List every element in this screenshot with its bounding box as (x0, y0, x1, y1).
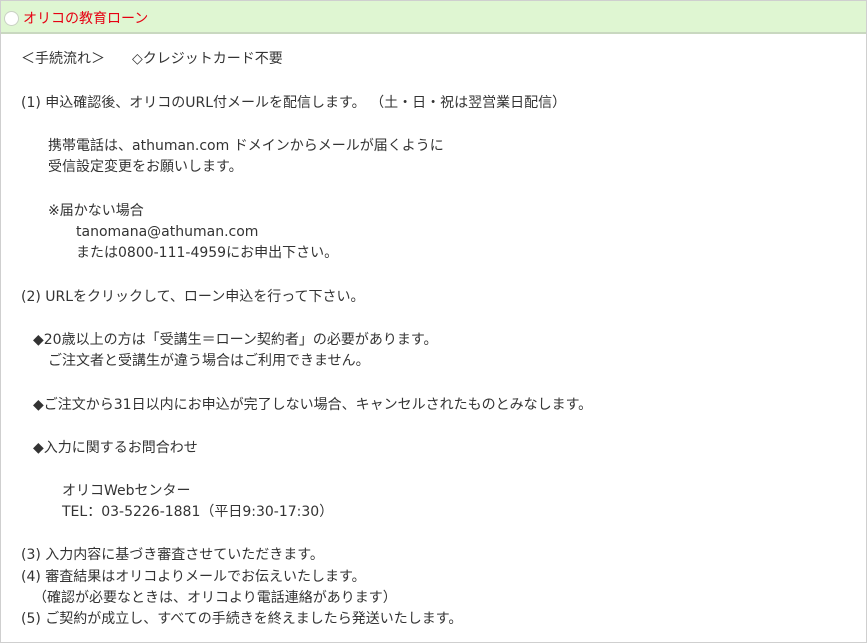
inquiry-tel: TEL：03-5226-1881（平日9:30-17:30） (62, 504, 334, 520)
step-2: (2) URLをクリックして、ローン申込を行って下さい。 (21, 289, 365, 305)
note-31-days: ◆ご注文から31日以内にお申込が完了しない場合、キャンセルされたものとみなします… (33, 397, 593, 413)
note-age-line-2: ご注文者と受講生が違う場合はご利用できません。 (48, 353, 370, 369)
step-1-not-received: ※届かない場合 (48, 203, 144, 219)
step-1: (1) 申込確認後、オリコのURL付メールを配信します。 （土・日・祝は翌営業日… (21, 95, 567, 111)
note-inquiry: ◆入力に関するお問合わせ (33, 440, 198, 456)
step-4-note: （確認が必要なときは、オリコより電話連絡があります） (33, 590, 397, 606)
panel-header: オリコの教育ローン (1, 1, 866, 34)
flow-heading: ＜手続流れ＞ (21, 51, 105, 67)
loan-info-panel: オリコの教育ローン ＜手続流れ＞ ◇クレジットカード不要 (1) 申込確認後、オ… (0, 0, 867, 643)
panel-title: オリコの教育ローン (23, 11, 149, 27)
inquiry-center: オリコWebセンター (62, 483, 191, 499)
step-4: (4) 審査結果はオリコよりメールでお伝えいたします。 (21, 569, 366, 585)
no-card-note: ◇クレジットカード不要 (132, 51, 283, 67)
contact-phone: または0800-111-4959にお申出下さい。 (76, 245, 339, 261)
radio-circle-icon (4, 11, 19, 26)
contact-email: tanomana@athuman.com (76, 224, 259, 240)
step-1-mobile-line-1: 携帯電話は、athuman.com ドメインからメールが届くように (48, 138, 444, 154)
note-age-line-1: ◆20歳以上の方は「受講生＝ローン契約者」の必要があります。 (33, 332, 438, 348)
step-3: (3) 入力内容に基づき審査させていただきます。 (21, 547, 324, 563)
step-5: (5) ご契約が成立し、すべての手続きを終えましたら発送いたします。 (21, 611, 463, 627)
step-1-mobile-line-2: 受信設定変更をお願いします。 (48, 159, 243, 175)
